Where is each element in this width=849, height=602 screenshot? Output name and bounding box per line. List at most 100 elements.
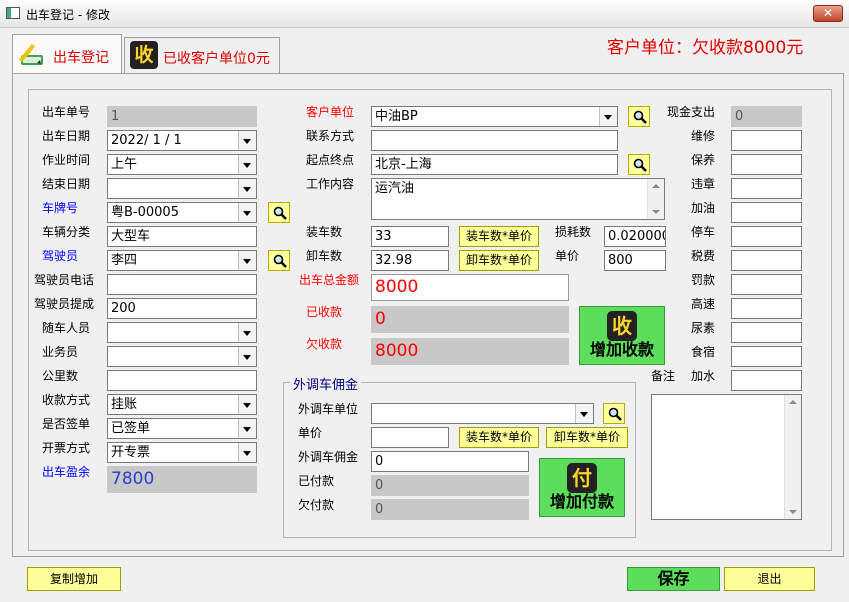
chevron-down-icon[interactable] [599, 107, 617, 126]
driver-search-button[interactable] [268, 250, 290, 271]
title-bar: 出车登记 - 修改 ✕ [0, 0, 849, 28]
work-time-value: 上午 [111, 157, 138, 172]
plate-label: 车牌号 [42, 201, 79, 215]
outsourced-search-button[interactable] [603, 403, 625, 424]
expense-label: 加油 [691, 201, 716, 215]
signed-select[interactable]: 已签单 [107, 418, 257, 439]
customer-select[interactable]: 中油BP [371, 106, 618, 127]
outsourced-unit-select[interactable] [371, 403, 594, 424]
end-date-label: 结束日期 [42, 177, 91, 191]
expense-field[interactable] [731, 370, 802, 391]
customer-search-button[interactable] [628, 106, 650, 127]
tab-departure-registration[interactable]: 出车登记 [12, 34, 122, 75]
expense-label: 税费 [691, 249, 716, 263]
remark-textarea[interactable] [651, 394, 802, 520]
add-payment-label: 增加付款 [549, 492, 614, 511]
route-field[interactable]: 北京-上海 [371, 154, 618, 175]
chevron-down-icon[interactable] [238, 347, 256, 366]
close-button[interactable]: ✕ [813, 5, 843, 22]
unload-times-price-button[interactable]: 卸车数*单价 [459, 250, 539, 271]
vehicle-type-label: 车辆分类 [42, 225, 91, 239]
load-count-field[interactable]: 33 [371, 226, 449, 247]
search-icon [273, 254, 287, 268]
copy-add-button[interactable]: 复制增加 [27, 567, 121, 591]
expense-field[interactable] [731, 154, 802, 175]
route-search-button[interactable] [628, 154, 650, 175]
mileage-field[interactable] [107, 370, 257, 391]
outsourced-paid-label: 已付款 [298, 474, 335, 488]
vehicle-type-field[interactable]: 大型车 [107, 226, 257, 247]
chevron-down-icon[interactable] [238, 251, 256, 270]
driver-phone-label: 驾驶员电话 [34, 273, 95, 287]
end-date-picker[interactable] [107, 178, 257, 199]
chevron-down-icon[interactable] [238, 419, 256, 438]
driver-commission-field[interactable]: 200 [107, 298, 257, 319]
unload-count-label: 卸车数 [306, 249, 343, 263]
invoice-select[interactable]: 开专票 [107, 442, 257, 463]
loss-field[interactable]: 0.020000 [604, 226, 666, 247]
unload-count-field[interactable]: 32.98 [371, 250, 449, 271]
chevron-down-icon[interactable] [238, 203, 256, 222]
chevron-down-icon[interactable] [238, 395, 256, 414]
expense-field[interactable] [731, 274, 802, 295]
tab-received-customer[interactable]: 收 已收客户单位0元 [124, 37, 280, 73]
expense-label: 停车 [691, 225, 716, 239]
chevron-down-icon[interactable] [238, 323, 256, 342]
add-payment-button[interactable]: 付 增加付款 [539, 458, 625, 517]
driver-phone-field[interactable] [107, 274, 257, 295]
work-content-scrollbar[interactable] [647, 179, 664, 219]
profit-value: 7800 [107, 466, 257, 493]
work-content-textarea[interactable]: 运汽油 [371, 178, 665, 220]
invoice-label: 开票方式 [42, 441, 91, 455]
chevron-down-icon[interactable] [238, 443, 256, 462]
remark-scrollbar[interactable] [784, 395, 801, 519]
contact-field[interactable] [371, 130, 618, 151]
date-value: 2022/ 1 / 1 [111, 133, 182, 148]
chevron-down-icon[interactable] [238, 131, 256, 150]
outsourced-commission-field[interactable]: 0 [371, 451, 529, 472]
date-picker[interactable]: 2022/ 1 / 1 [107, 130, 257, 151]
expense-field[interactable] [731, 226, 802, 247]
work-content-label: 工作内容 [306, 177, 355, 191]
customer-owed-banner: 客户单位：欠收款8000元 [607, 38, 804, 58]
total-value: 8000 [371, 274, 569, 301]
unit-price-label: 单价 [555, 249, 580, 263]
work-time-select[interactable]: 上午 [107, 154, 257, 175]
expense-field[interactable] [731, 178, 802, 199]
cash-label: 现金支出 [667, 105, 716, 119]
chevron-down-icon[interactable] [238, 179, 256, 198]
companion-select[interactable] [107, 322, 257, 343]
add-receipt-button[interactable]: 收 增加收款 [579, 306, 665, 365]
expense-label: 食宿 [691, 345, 716, 359]
save-button[interactable]: 保存 [627, 567, 720, 591]
payment-method-select[interactable]: 挂账 [107, 394, 257, 415]
profit-label: 出车盈余 [42, 465, 91, 479]
companion-label: 随车人员 [42, 321, 91, 335]
load-times-price-button[interactable]: 装车数*单价 [459, 226, 539, 247]
customer-label: 客户单位 [306, 105, 355, 119]
salesman-select[interactable] [107, 346, 257, 367]
expense-field[interactable] [731, 346, 802, 367]
expense-field[interactable] [731, 202, 802, 223]
plate-search-button[interactable] [268, 202, 290, 223]
expense-field[interactable] [731, 322, 802, 343]
unit-price-field[interactable]: 800 [604, 250, 666, 271]
driver-select[interactable]: 李四 [107, 250, 257, 271]
chevron-down-icon[interactable] [238, 155, 256, 174]
plate-select[interactable]: 粤B-00005 [107, 202, 257, 223]
outsourced-unit-label: 外调车单位 [298, 402, 359, 416]
exit-button[interactable]: 退出 [724, 567, 815, 591]
search-icon [608, 407, 622, 421]
expense-field[interactable] [731, 130, 802, 151]
expense-field[interactable] [731, 250, 802, 271]
outsourced-paid-field: 0 [371, 475, 529, 496]
expense-label: 罚款 [691, 273, 716, 287]
expense-field[interactable] [731, 298, 802, 319]
received-label: 已收款 [306, 305, 343, 319]
signed-value: 已签单 [111, 421, 151, 436]
chevron-down-icon[interactable] [575, 404, 593, 423]
outsourced-load-times-price-button[interactable]: 装车数*单价 [459, 427, 539, 448]
expense-label: 加水 [691, 369, 716, 383]
outsourced-unload-times-price-button[interactable]: 卸车数*单价 [546, 427, 628, 448]
outsourced-price-field[interactable] [371, 427, 449, 448]
